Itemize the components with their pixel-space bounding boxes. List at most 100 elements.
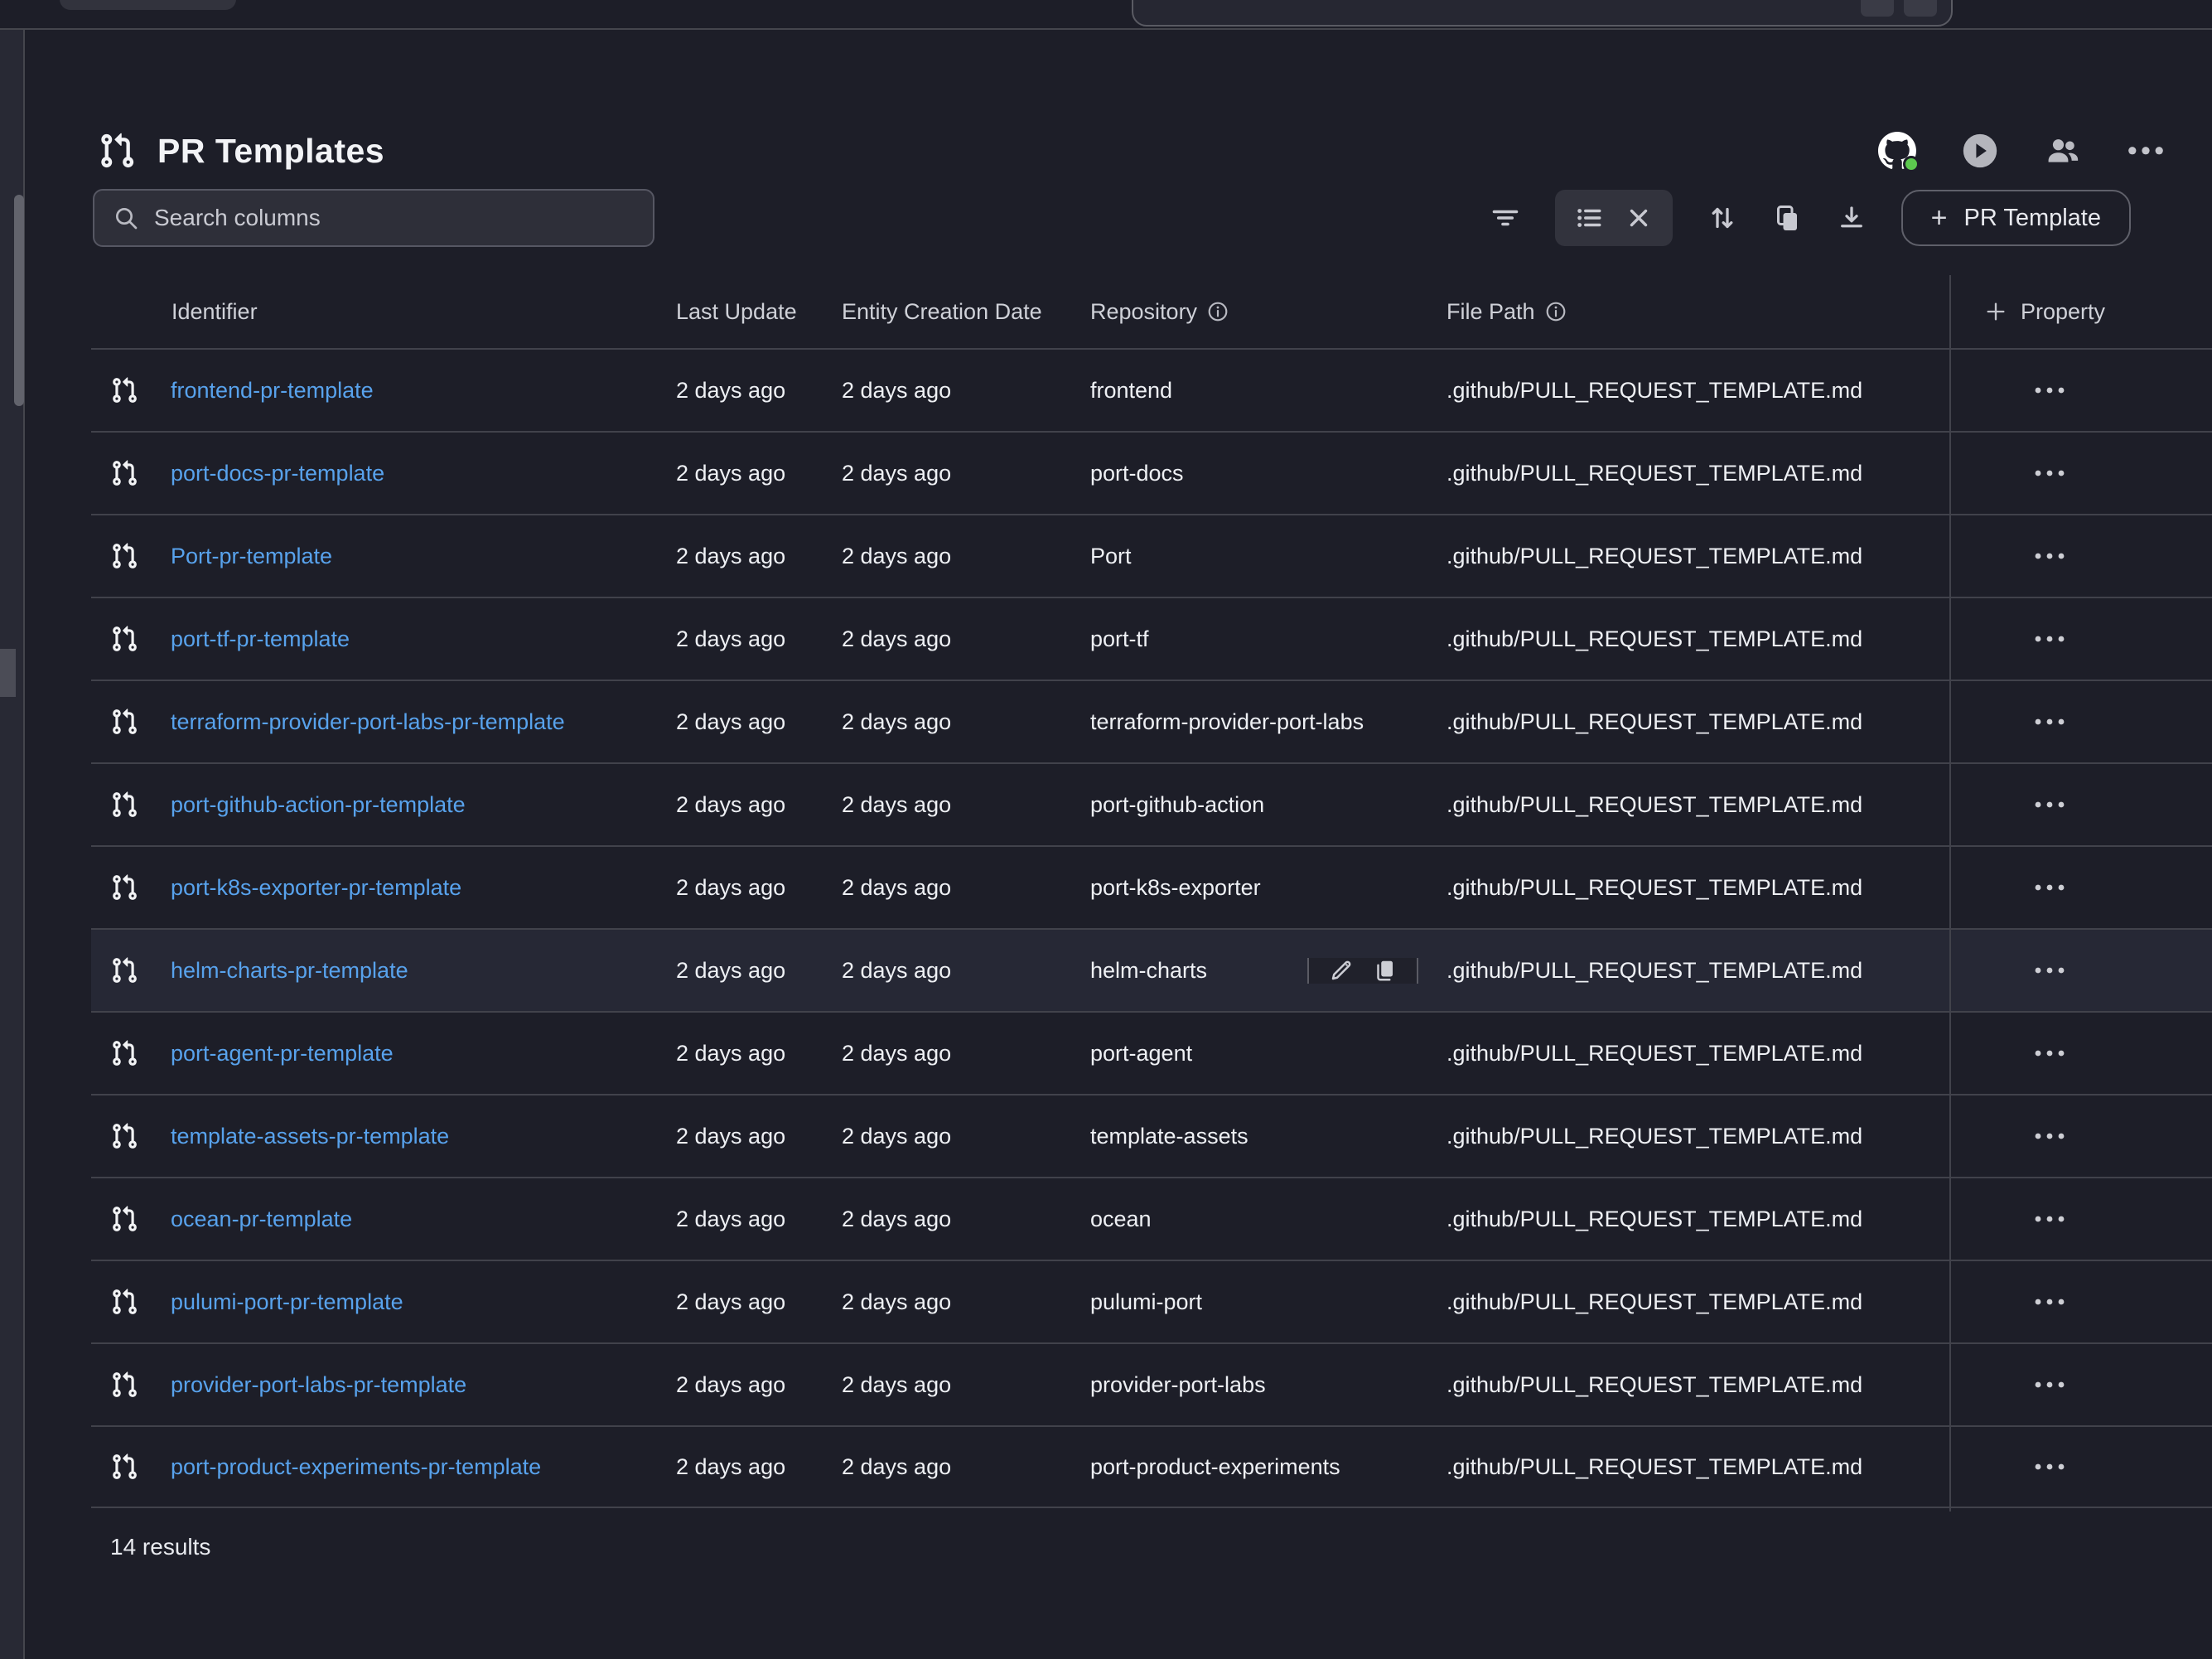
row-more-options-button[interactable] xyxy=(2026,457,2074,489)
identifier-link[interactable]: helm-charts-pr-template xyxy=(171,958,408,983)
identifier-link[interactable]: port-product-experiments-pr-template xyxy=(171,1454,541,1479)
page-more-options-button[interactable] xyxy=(2127,133,2164,169)
filter-icon xyxy=(1490,203,1520,233)
identifier-link[interactable]: port-agent-pr-template xyxy=(171,1041,394,1066)
column-header-last-update[interactable]: Last Update xyxy=(663,299,828,325)
row-more-options-button[interactable] xyxy=(2026,375,2074,406)
column-header-identifier[interactable]: Identifier xyxy=(157,299,663,325)
column-header-file-path[interactable]: File Path xyxy=(1433,299,1949,325)
last-update-cell: 2 days ago xyxy=(663,1207,828,1232)
edit-button[interactable] xyxy=(1329,958,1354,983)
vertical-scrollbar-thumb[interactable] xyxy=(14,195,24,406)
copy-button[interactable] xyxy=(1372,958,1397,983)
identifier-link[interactable]: port-k8s-exporter-pr-template xyxy=(171,875,461,900)
filter-button[interactable] xyxy=(1490,203,1520,233)
table-row[interactable]: port-product-experiments-pr-template 2 d… xyxy=(91,1425,2212,1508)
identifier-link[interactable]: port-docs-pr-template xyxy=(171,461,384,486)
identifier-link[interactable]: terraform-provider-port-labs-pr-template xyxy=(171,709,565,734)
row-entity-icon-cell xyxy=(91,1288,157,1316)
identifier-link[interactable]: Port-pr-template xyxy=(171,544,332,568)
table-row[interactable]: port-tf-pr-template 2 days ago 2 days ag… xyxy=(91,597,2212,680)
table-row[interactable]: pulumi-port-pr-template 2 days ago 2 day… xyxy=(91,1260,2212,1342)
download-button[interactable] xyxy=(1837,203,1867,233)
identifier-link[interactable]: port-tf-pr-template xyxy=(171,626,350,651)
info-icon[interactable] xyxy=(1207,301,1229,322)
add-pr-template-label: PR Template xyxy=(1964,205,2102,232)
file-path-cell: .github/PULL_REQUEST_TEMPLATE.md xyxy=(1433,461,1949,486)
add-property-button[interactable]: Property xyxy=(1949,299,2212,325)
repository-cell: helm-charts xyxy=(1077,958,1433,984)
column-header-repository[interactable]: Repository xyxy=(1077,299,1433,325)
row-hover-actions xyxy=(1307,958,1418,984)
table-row[interactable]: port-k8s-exporter-pr-template 2 days ago… xyxy=(91,845,2212,928)
table-row[interactable]: ocean-pr-template 2 days ago 2 days ago … xyxy=(91,1177,2212,1260)
last-update-cell: 2 days ago xyxy=(663,461,828,486)
table-row[interactable]: Port-pr-template 2 days ago 2 days ago P… xyxy=(91,514,2212,597)
identifier-link[interactable]: ocean-pr-template xyxy=(171,1207,352,1231)
row-more-options-button[interactable] xyxy=(2026,1286,2074,1318)
table-row[interactable]: port-docs-pr-template 2 days ago 2 days … xyxy=(91,431,2212,514)
ellipsis-icon xyxy=(2034,1381,2065,1389)
table-row[interactable]: port-github-action-pr-template 2 days ag… xyxy=(91,762,2212,845)
search-columns-box xyxy=(93,189,654,247)
table-row[interactable]: helm-charts-pr-template 2 days ago 2 day… xyxy=(91,928,2212,1011)
entity-creation-date-cell: 2 days ago xyxy=(828,626,1077,652)
audience-button[interactable] xyxy=(2045,133,2081,169)
row-more-options-button[interactable] xyxy=(2026,789,2074,820)
sort-button[interactable] xyxy=(1707,203,1737,233)
identifier-link[interactable]: provider-port-labs-pr-template xyxy=(171,1372,466,1397)
entity-creation-date-cell: 2 days ago xyxy=(828,709,1077,735)
column-header-entity-creation-date[interactable]: Entity Creation Date xyxy=(828,299,1077,325)
list-view-button[interactable] xyxy=(1575,204,1603,232)
play-icon xyxy=(1962,133,1998,169)
clear-view-button[interactable] xyxy=(1625,204,1653,232)
row-more-options-button[interactable] xyxy=(2026,623,2074,655)
row-more-options-button[interactable] xyxy=(2026,872,2074,903)
pull-request-icon xyxy=(110,791,138,819)
row-entity-icon-cell xyxy=(91,873,157,902)
table-row[interactable]: port-agent-pr-template 2 days ago 2 days… xyxy=(91,1011,2212,1094)
ellipsis-icon xyxy=(2034,1215,2065,1223)
row-more-options-button[interactable] xyxy=(2026,1037,2074,1069)
file-path-cell: .github/PULL_REQUEST_TEMPLATE.md xyxy=(1433,544,1949,569)
ellipsis-icon xyxy=(2034,1463,2065,1471)
table-row[interactable]: terraform-provider-port-labs-pr-template… xyxy=(91,680,2212,762)
row-more-options-button[interactable] xyxy=(2026,1120,2074,1152)
copy-table-button[interactable] xyxy=(1772,203,1802,233)
row-more-options-button[interactable] xyxy=(2026,1203,2074,1235)
identifier-link[interactable]: frontend-pr-template xyxy=(171,378,374,403)
repository-cell: terraform-provider-port-labs xyxy=(1077,709,1433,735)
page-title: PR Templates xyxy=(157,132,384,171)
entity-creation-date-cell: 2 days ago xyxy=(828,1041,1077,1066)
row-more-options-button[interactable] xyxy=(2026,706,2074,738)
table-row[interactable]: provider-port-labs-pr-template 2 days ag… xyxy=(91,1342,2212,1425)
github-integration-button[interactable] xyxy=(1879,133,1915,169)
entity-creation-date-cell: 2 days ago xyxy=(828,1454,1077,1480)
row-more-options-button[interactable] xyxy=(2026,1451,2074,1482)
ellipsis-icon xyxy=(2034,883,2065,892)
row-more-options-button[interactable] xyxy=(2026,540,2074,572)
add-pr-template-button[interactable]: + PR Template xyxy=(1901,190,2131,246)
repository-cell: pulumi-port xyxy=(1077,1289,1433,1315)
pr-templates-table: Identifier Last Update Entity Creation D… xyxy=(91,275,2212,1508)
table-row[interactable]: template-assets-pr-template 2 days ago 2… xyxy=(91,1094,2212,1177)
run-button[interactable] xyxy=(1962,133,1998,169)
row-more-options-button[interactable] xyxy=(2026,955,2074,986)
file-path-cell: .github/PULL_REQUEST_TEMPLATE.md xyxy=(1433,1372,1949,1398)
global-search-bar[interactable] xyxy=(1132,0,1953,27)
row-entity-icon-cell xyxy=(91,625,157,653)
table-row[interactable]: frontend-pr-template 2 days ago 2 days a… xyxy=(91,348,2212,431)
search-columns-input[interactable] xyxy=(154,205,635,231)
row-more-options-button[interactable] xyxy=(2026,1369,2074,1400)
row-actions-cell xyxy=(1949,1203,2212,1235)
repository-cell: ocean xyxy=(1077,1207,1433,1232)
identifier-link[interactable]: port-github-action-pr-template xyxy=(171,792,466,817)
row-actions-cell xyxy=(1949,623,2212,655)
row-actions-cell xyxy=(1949,1286,2212,1318)
row-actions-cell xyxy=(1949,872,2212,903)
entity-creation-date-cell: 2 days ago xyxy=(828,875,1077,901)
info-icon[interactable] xyxy=(1545,301,1567,322)
identifier-link[interactable]: template-assets-pr-template xyxy=(171,1124,449,1149)
browser-tab-remnant[interactable] xyxy=(60,0,236,10)
identifier-link[interactable]: pulumi-port-pr-template xyxy=(171,1289,403,1314)
